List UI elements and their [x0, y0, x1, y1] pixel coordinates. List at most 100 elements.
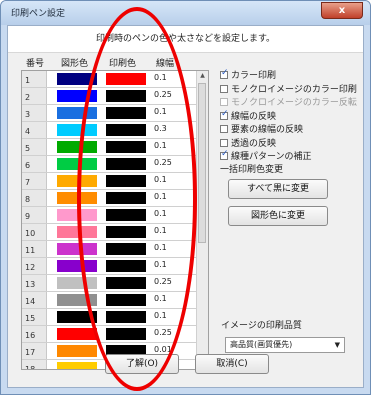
row-number: 10: [22, 224, 47, 240]
print-color-swatch[interactable]: [106, 90, 146, 102]
option-checkbox[interactable]: カラー印刷: [220, 68, 276, 81]
checkbox-icon[interactable]: [220, 138, 228, 147]
print-color-swatch[interactable]: [106, 311, 146, 323]
table-row[interactable]: 4 0.3: [22, 122, 198, 139]
table-row[interactable]: 12 0.1: [22, 258, 198, 275]
window-title: 印刷ペン設定: [11, 9, 66, 19]
print-color-swatch[interactable]: [106, 294, 146, 306]
option-label: 透過の反映: [231, 138, 277, 149]
table-row[interactable]: 10 0.1: [22, 224, 198, 241]
checkbox-icon[interactable]: [220, 149, 229, 160]
table-row[interactable]: 13 0.25: [22, 275, 198, 292]
table-row[interactable]: 16 0.25: [22, 326, 198, 343]
quality-heading: イメージの印刷品質: [221, 321, 302, 331]
print-color-swatch[interactable]: [106, 192, 146, 204]
shape-color-swatch[interactable]: [57, 328, 97, 340]
table-row[interactable]: 15 0.1: [22, 309, 198, 326]
line-width-value[interactable]: 0.1: [154, 224, 167, 238]
table-row[interactable]: 2 0.25: [22, 88, 198, 105]
chevron-down-icon: ▼: [334, 341, 340, 349]
print-color-swatch[interactable]: [106, 175, 146, 187]
line-width-value[interactable]: 0.1: [154, 139, 167, 153]
print-color-swatch[interactable]: [106, 209, 146, 221]
shape-color-swatch[interactable]: [57, 107, 97, 119]
option-checkbox[interactable]: モノクロイメージのカラー印刷: [220, 82, 357, 95]
table-row[interactable]: 7 0.1: [22, 173, 198, 190]
table-row[interactable]: 3 0.1: [22, 105, 198, 122]
line-width-value[interactable]: 0.1: [154, 309, 167, 323]
table-row[interactable]: 1 0.1: [22, 71, 198, 88]
shape-color-swatch[interactable]: [57, 158, 97, 170]
line-width-value[interactable]: 0.1: [154, 292, 167, 306]
shape-color-swatch[interactable]: [57, 260, 97, 272]
print-color-swatch[interactable]: [106, 277, 146, 289]
line-width-value[interactable]: 0.1: [154, 190, 167, 204]
shape-color-swatch[interactable]: [57, 226, 97, 238]
close-button[interactable]: x: [321, 2, 363, 19]
print-color-swatch[interactable]: [106, 260, 146, 272]
shape-color-swatch[interactable]: [57, 243, 97, 255]
shape-color-swatch[interactable]: [57, 294, 97, 306]
print-color-swatch[interactable]: [106, 226, 146, 238]
line-width-value[interactable]: 0.25: [154, 275, 172, 289]
cancel-button[interactable]: 取消(C): [195, 354, 269, 374]
shape-color-swatch[interactable]: [57, 175, 97, 187]
ok-button[interactable]: 了解(O): [105, 354, 179, 374]
checkbox-icon[interactable]: [220, 68, 229, 79]
scroll-up-icon[interactable]: ▲: [197, 72, 208, 79]
option-checkbox[interactable]: 線種パターンの補正: [220, 149, 312, 162]
shape-color-swatch[interactable]: [57, 192, 97, 204]
bulk-change-heading: 一括印刷色変更: [220, 165, 284, 175]
table-row[interactable]: 11 0.1: [22, 241, 198, 258]
option-label: 線種パターンの補正: [231, 152, 312, 162]
shape-color-swatch[interactable]: [57, 345, 97, 357]
checkbox-icon[interactable]: [220, 109, 229, 120]
print-color-swatch[interactable]: [106, 124, 146, 136]
vertical-scrollbar[interactable]: ▲ ▼: [196, 71, 208, 369]
header-number: 番号: [26, 59, 45, 69]
shape-color-swatch[interactable]: [57, 209, 97, 221]
print-color-swatch[interactable]: [106, 243, 146, 255]
table-row[interactable]: 6 0.25: [22, 156, 198, 173]
shape-color-swatch[interactable]: [57, 73, 97, 85]
line-width-value[interactable]: 0.1: [154, 241, 167, 255]
option-checkbox[interactable]: 線幅の反映: [220, 109, 276, 122]
table-row[interactable]: 5 0.1: [22, 139, 198, 156]
print-color-swatch[interactable]: [106, 158, 146, 170]
checkbox-icon[interactable]: [220, 84, 228, 93]
line-width-value[interactable]: 0.25: [154, 156, 172, 170]
table-row[interactable]: 9 0.1: [22, 207, 198, 224]
row-number: 14: [22, 292, 47, 308]
line-width-value[interactable]: 0.1: [154, 258, 167, 272]
table-row[interactable]: 8 0.1: [22, 190, 198, 207]
checkbox-icon[interactable]: [220, 125, 228, 133]
row-number: 17: [22, 343, 47, 359]
line-width-value[interactable]: 0.1: [154, 105, 167, 119]
line-width-value[interactable]: 0.25: [154, 88, 172, 102]
option-checkbox[interactable]: 要素の線幅の反映: [220, 122, 303, 135]
print-color-swatch[interactable]: [106, 107, 146, 119]
print-color-swatch[interactable]: [106, 73, 146, 85]
scrollbar-thumb[interactable]: [198, 83, 206, 243]
print-color-swatch[interactable]: [106, 141, 146, 153]
row-number: 6: [22, 156, 47, 172]
print-quality-select[interactable]: 高品質(画質優先) ▼: [225, 337, 345, 353]
line-width-value[interactable]: 0.3: [154, 122, 167, 136]
row-number: 15: [22, 309, 47, 325]
line-width-value[interactable]: 0.1: [154, 207, 167, 221]
shape-color-button[interactable]: 図形色に変更: [228, 206, 328, 226]
line-width-value[interactable]: 0.25: [154, 326, 172, 340]
option-checkbox[interactable]: 透過の反映: [220, 136, 276, 149]
shape-color-swatch[interactable]: [57, 277, 97, 289]
print-color-swatch[interactable]: [106, 328, 146, 340]
shape-color-swatch[interactable]: [57, 90, 97, 102]
shape-color-swatch[interactable]: [57, 141, 97, 153]
line-width-value[interactable]: 0.1: [154, 173, 167, 187]
pen-table[interactable]: 1 0.1 2 0.25 3 0.1 4 0.3 5 0.1 6 0.25 7 0.1 8 0.1 9 0.1 10…: [21, 70, 209, 370]
table-row[interactable]: 14 0.1: [22, 292, 198, 309]
shape-color-swatch[interactable]: [57, 124, 97, 136]
shape-color-swatch[interactable]: [57, 311, 97, 323]
line-width-value[interactable]: 0.1: [154, 71, 167, 85]
shape-color-swatch[interactable]: [57, 362, 97, 369]
all-black-button[interactable]: すべて黒に変更: [228, 179, 328, 199]
